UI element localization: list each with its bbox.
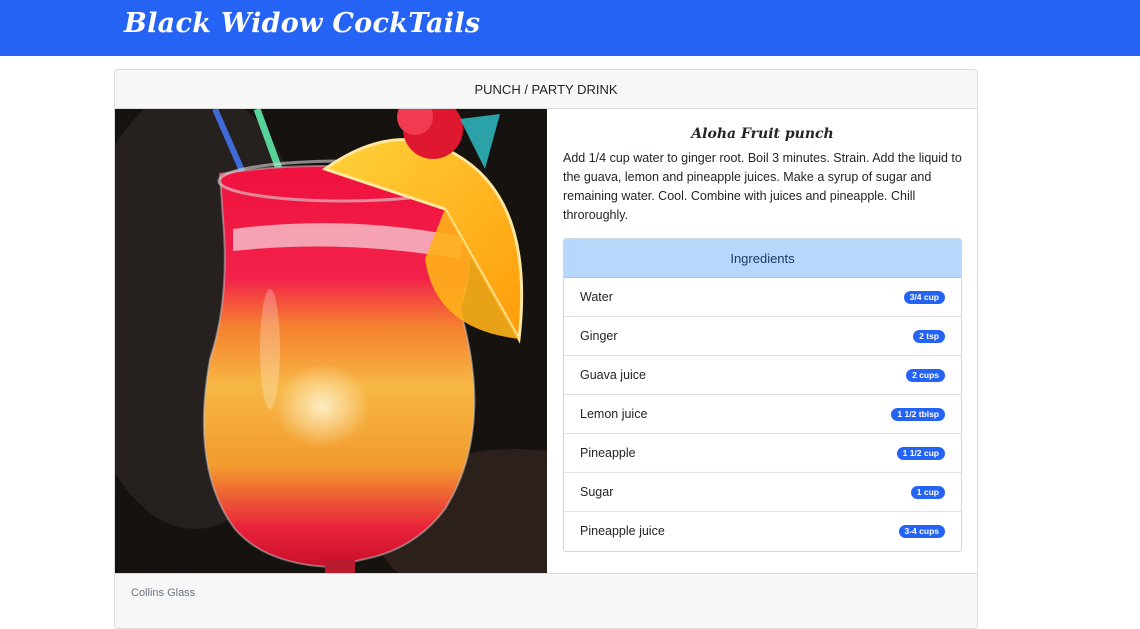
drink-card: PUNCH / PARTY DRINK Aloha Fruit punch Ad… bbox=[114, 69, 978, 629]
ingredient-row-sugar: Sugar 1 cup bbox=[564, 473, 961, 512]
ingredient-row-pineapple-juice: Pineapple juice 3-4 cups bbox=[564, 512, 961, 551]
drink-instructions: Add 1/4 cup water to ginger root. Boil 3… bbox=[563, 151, 962, 222]
measure-badge: 1 cup bbox=[910, 486, 945, 499]
measure-badge: 1 1/2 cup bbox=[896, 447, 945, 460]
ingredient-name: Pineapple juice bbox=[580, 524, 665, 538]
ingredient-row-guava-juice: Guava juice 2 cups bbox=[564, 356, 961, 395]
ingredient-row-lemon-juice: Lemon juice 1 1/2 tblsp bbox=[564, 395, 961, 434]
drink-category: PUNCH / PARTY DRINK bbox=[115, 70, 977, 109]
measure-badge: 2 cups bbox=[906, 369, 945, 382]
glass-type-label: Collins Glass bbox=[131, 587, 196, 599]
glass-type: Collins Glass bbox=[115, 573, 977, 628]
measure-badge: 1 1/2 tblsp bbox=[891, 408, 945, 421]
ingredient-row-pineapple: Pineapple 1 1/2 cup bbox=[564, 434, 961, 473]
ingredients-list: Ingredients Water 3/4 cup Ginger 2 tsp G… bbox=[563, 238, 962, 552]
ingredient-row-water: Water 3/4 cup bbox=[564, 278, 961, 317]
drink-name: Aloha Fruit punch bbox=[691, 126, 834, 142]
ingredient-name: Lemon juice bbox=[580, 407, 648, 421]
drink-image bbox=[115, 109, 547, 573]
brand-logo-link[interactable]: Black Widow CockTails bbox=[124, 7, 480, 41]
measure-badge: 3/4 cup bbox=[903, 291, 945, 304]
recipe-panel: Aloha Fruit punch Add 1/4 cup water to g… bbox=[563, 109, 962, 552]
ingredient-name: Water bbox=[580, 290, 613, 304]
ingredient-name: Ginger bbox=[580, 329, 618, 343]
ingredient-name: Pineapple bbox=[580, 446, 636, 460]
ingredient-row-ginger: Ginger 2 tsp bbox=[564, 317, 961, 356]
ingredient-name: Sugar bbox=[580, 485, 614, 499]
measure-badge: 2 tsp bbox=[913, 330, 945, 343]
ingredients-header: Ingredients bbox=[564, 239, 961, 278]
navbar: Black Widow CockTails bbox=[0, 0, 1140, 56]
ingredient-name: Guava juice bbox=[580, 368, 647, 382]
measure-badge: 3-4 cups bbox=[898, 525, 945, 538]
